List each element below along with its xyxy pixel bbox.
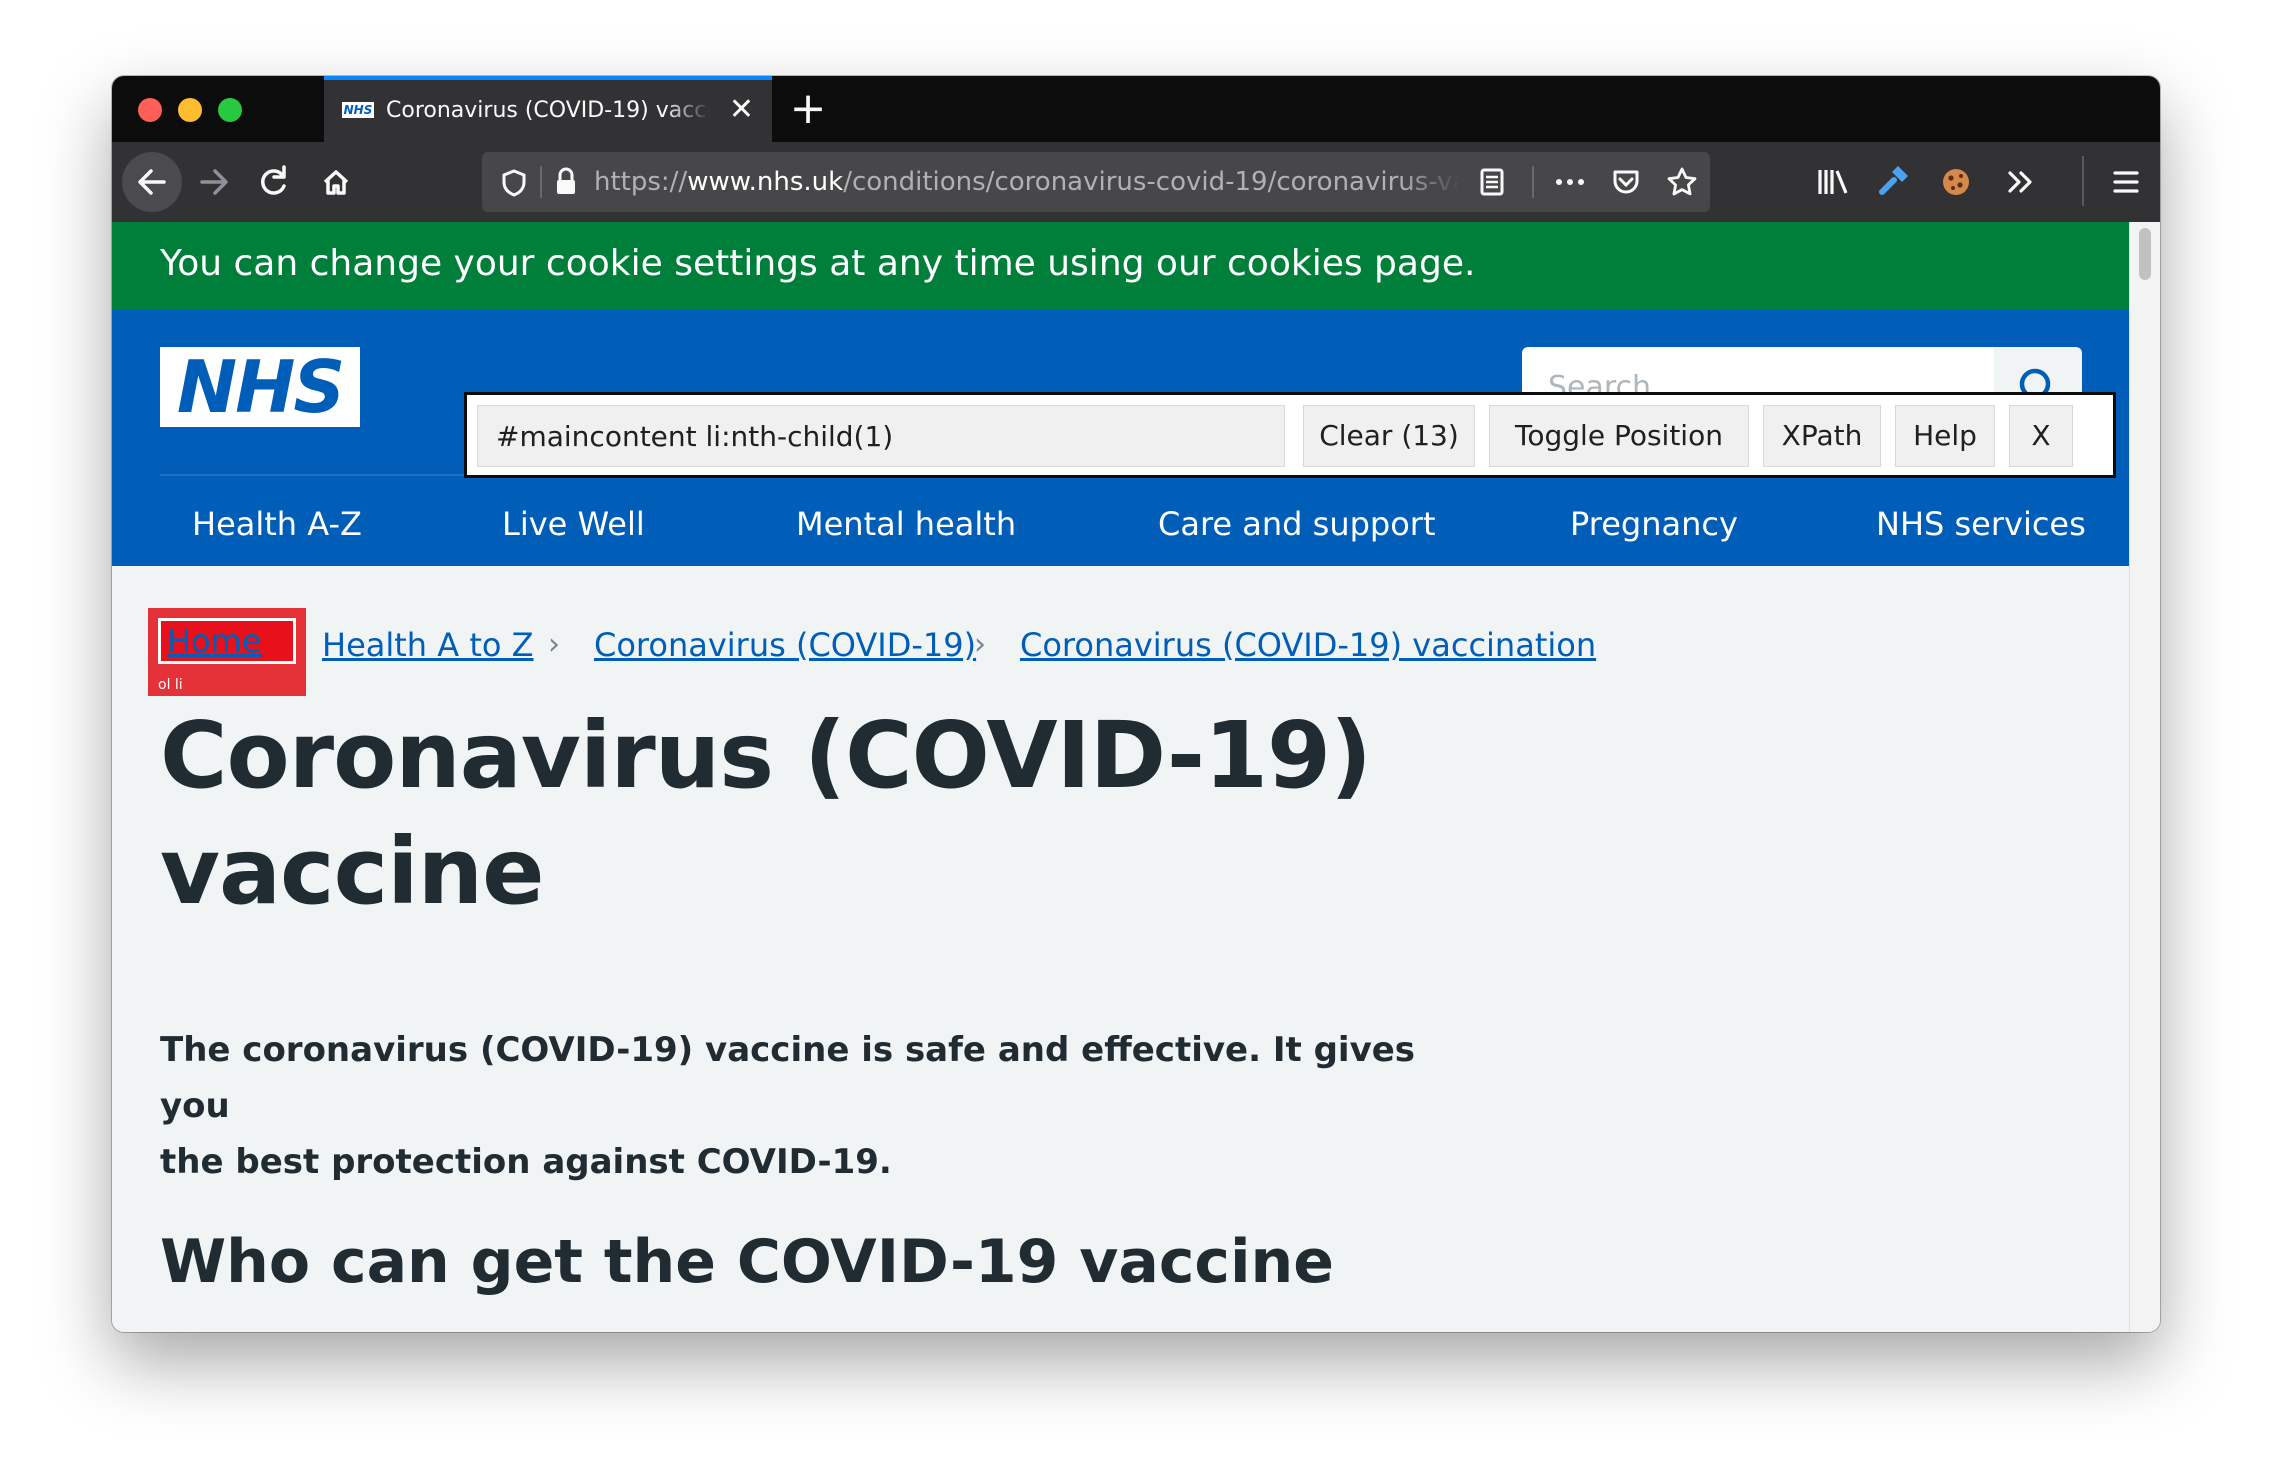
bookmark-star-icon[interactable] (1662, 152, 1702, 212)
nhs-logo-text: NHS (176, 345, 345, 429)
nav-pregnancy[interactable]: Pregnancy (1570, 484, 1738, 564)
section-heading: Who can get the COVID-19 vaccine (160, 1227, 1334, 1297)
tab-active[interactable]: NHS Coronavirus (COVID-19) vaccine ✕ (324, 76, 772, 142)
lede-paragraph: The coronavirus (COVID-19) vaccine is sa… (160, 1022, 1460, 1190)
new-tab-icon[interactable]: + (784, 84, 832, 134)
breadcrumb-separator: › (974, 627, 986, 662)
cookie-banner: You can change your cookie settings at a… (112, 222, 2130, 310)
reader-view-icon[interactable] (1472, 152, 1512, 212)
tab-strip: NHS Coronavirus (COVID-19) vaccine ✕ + (112, 76, 2160, 142)
lock-icon[interactable] (546, 152, 586, 212)
web-page: You can change your cookie settings at a… (112, 222, 2160, 1332)
cookie-icon[interactable] (1928, 152, 1984, 212)
xpath-button[interactable]: XPath (1763, 405, 1881, 467)
menu-icon[interactable] (2098, 152, 2154, 212)
more-icon[interactable] (1550, 152, 1590, 212)
cookie-banner-text: You can change your cookie settings at a… (160, 243, 1476, 284)
breadcrumb-coronavirus[interactable]: Coronavirus (COVID-19) (594, 622, 976, 668)
close-window-button[interactable] (138, 98, 162, 122)
toolbar-divider (2082, 156, 2084, 206)
url-divider (1532, 166, 1534, 198)
nav-care-and-support[interactable]: Care and support (1158, 484, 1436, 564)
clear-button[interactable]: Clear (13) (1303, 405, 1475, 467)
highlight-tag: ol li (148, 674, 306, 696)
minimize-window-button[interactable] (178, 98, 202, 122)
page-title-line-1: Coronavirus (COVID-19) (160, 702, 1372, 809)
shield-icon[interactable] (494, 152, 534, 212)
scrollbar[interactable] (2129, 222, 2160, 1332)
help-button[interactable]: Help (1895, 405, 1995, 467)
highlight-inner-box: Home (158, 618, 296, 664)
home-icon[interactable] (306, 152, 366, 212)
page-title: Coronavirus (COVID-19) vaccine (160, 698, 1460, 930)
scroll-thumb[interactable] (2139, 228, 2151, 280)
nhs-favicon-icon: NHS (342, 102, 374, 118)
toggle-position-button[interactable]: Toggle Position (1489, 405, 1749, 467)
pocket-icon[interactable] (1606, 152, 1646, 212)
forward-icon[interactable] (184, 152, 244, 212)
browser-window: NHS Coronavirus (COVID-19) vaccine ✕ + h… (112, 76, 2160, 1332)
selector-toolbar: Clear (13) Toggle Position XPath Help X (464, 392, 2116, 478)
nhs-logo[interactable]: NHS (160, 347, 360, 427)
breadcrumb-home-link[interactable]: Home (167, 621, 262, 661)
library-icon[interactable] (1804, 152, 1860, 212)
tab-title: Coronavirus (COVID-19) vaccine (386, 98, 710, 123)
close-selector-button[interactable]: X (2009, 405, 2073, 467)
selector-input[interactable] (477, 405, 1285, 467)
element-highlight: Home (148, 608, 306, 674)
url-divider (540, 166, 542, 198)
breadcrumb-health-a-to-z[interactable]: Health A to Z (322, 622, 534, 668)
back-icon[interactable] (122, 152, 182, 212)
page-title-line-2: vaccine (160, 818, 545, 925)
nav-nhs-services[interactable]: NHS services (1876, 484, 2086, 564)
zoom-window-button[interactable] (218, 98, 242, 122)
lede-line-1: The coronavirus (COVID-19) vaccine is sa… (160, 1030, 1416, 1126)
nav-mental-health[interactable]: Mental health (796, 484, 1016, 564)
breadcrumb-vaccination[interactable]: Coronavirus (COVID-19) vaccination (1020, 622, 1596, 668)
url-text[interactable]: https://www.nhs.uk/conditions/coronaviru… (594, 152, 1460, 212)
lede-line-2: the best protection against COVID-19. (160, 1142, 892, 1182)
devtools-icon[interactable] (1866, 152, 1922, 212)
nav-toolbar: https://www.nhs.uk/conditions/coronaviru… (112, 142, 2160, 222)
overflow-icon[interactable] (1992, 152, 2048, 212)
nav-live-well[interactable]: Live Well (502, 484, 645, 564)
breadcrumb-separator: › (548, 627, 560, 662)
reload-icon[interactable] (244, 152, 304, 212)
nav-health-a-z[interactable]: Health A-Z (192, 484, 362, 564)
close-tab-icon[interactable]: ✕ (729, 92, 754, 128)
address-bar[interactable]: https://www.nhs.uk/conditions/coronaviru… (482, 152, 1710, 212)
